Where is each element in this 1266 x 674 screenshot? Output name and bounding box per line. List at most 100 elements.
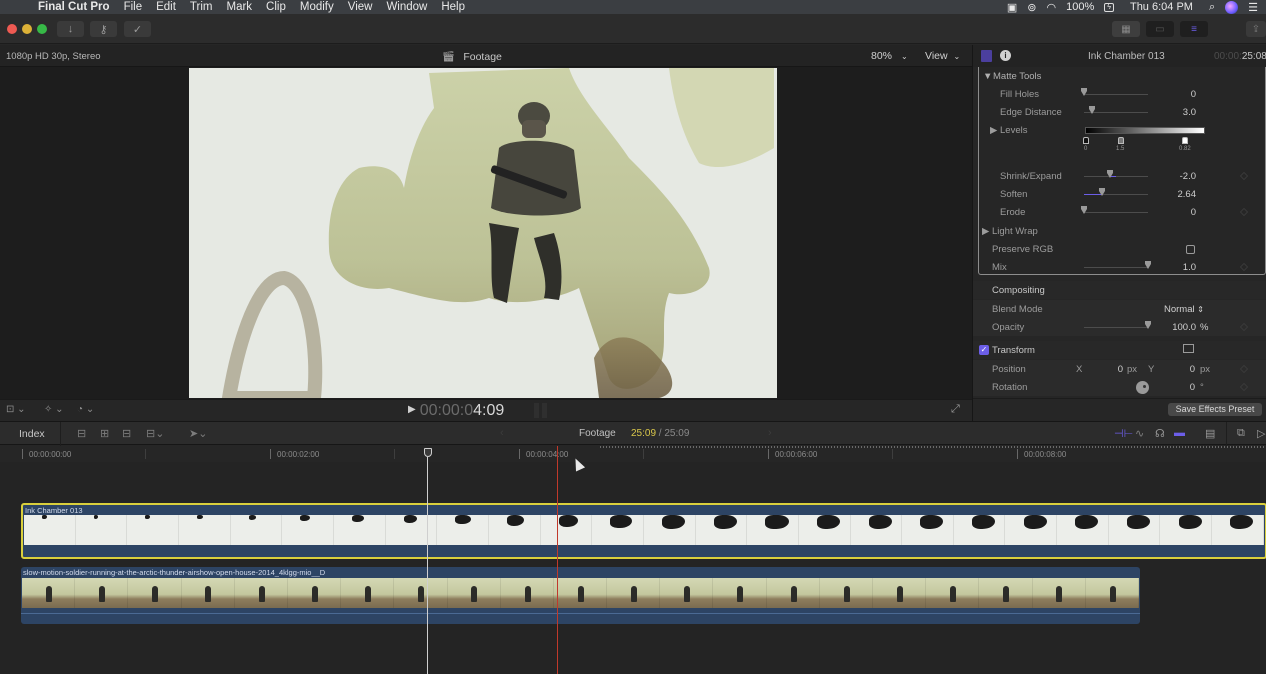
mix-value[interactable]: 1.0	[1146, 262, 1196, 273]
import-button[interactable]: ↓	[57, 21, 84, 37]
view-dropdown[interactable]: View ⌄	[925, 50, 960, 62]
soften-value[interactable]: 2.64	[1146, 189, 1197, 200]
timeline-ruler[interactable]: 00:00:00:00 00:00:02:00 00:00:04:00 00:0…	[0, 446, 1266, 462]
playhead-handle[interactable]	[424, 448, 432, 457]
levels-black-point-handle[interactable]	[1083, 137, 1089, 144]
clip-appearance-icon[interactable]: ▤	[1205, 427, 1215, 440]
transform-tool-menu[interactable]: ⊡ ⌄	[6, 404, 26, 415]
audio-skimming-icon[interactable]: ∿	[1135, 427, 1144, 440]
history-back-icon[interactable]: ‹	[500, 427, 504, 439]
history-forward-icon[interactable]: ›	[768, 427, 772, 439]
position-y-value[interactable]: 0	[1145, 364, 1195, 375]
solo-headphones-icon[interactable]: ☊	[1155, 427, 1165, 440]
slider-knob[interactable]	[1081, 88, 1087, 96]
compositing-header[interactable]: Compositing	[973, 281, 1266, 299]
slider-knob[interactable]	[1081, 206, 1087, 214]
menu-modify[interactable]: Modify	[300, 1, 334, 13]
edge-distance-value[interactable]: 3.0	[1146, 107, 1196, 118]
slider-knob[interactable]	[1088, 106, 1095, 114]
fill-holes-slider[interactable]	[1081, 88, 1148, 96]
timeline-index-button[interactable]: Index	[19, 428, 45, 440]
video-inspector-tab-icon[interactable]	[981, 50, 992, 62]
slider-knob[interactable]	[1106, 170, 1113, 178]
overwrite-icon[interactable]: ⊟⌄	[146, 427, 164, 440]
spotlight-search-icon[interactable]: ⌕	[1209, 1, 1215, 14]
menu-mark[interactable]: Mark	[226, 1, 252, 13]
save-effects-preset-button[interactable]: Save Effects Preset	[1168, 403, 1262, 416]
select-tool-icon[interactable]: ➤⌄	[189, 427, 207, 440]
timeline-clip-soldier-footage[interactable]: slow-motion-soldier-running-at-the-arcti…	[21, 567, 1140, 624]
menu-edit[interactable]: Edit	[156, 1, 176, 13]
fullscreen-icon[interactable]: ⤢	[951, 403, 960, 416]
soften-slider[interactable]	[1084, 188, 1148, 196]
play-icon[interactable]: ▶	[408, 404, 416, 415]
position-x-value[interactable]: 0	[1073, 364, 1123, 375]
keyframe-icon[interactable]	[1239, 207, 1249, 217]
info-inspector-tab-icon[interactable]: i	[1000, 50, 1011, 61]
disclosure-open-icon[interactable]: ▼	[983, 71, 992, 82]
shrink-expand-slider[interactable]	[1084, 170, 1148, 178]
effects-browser-icon[interactable]: ▷	[1257, 427, 1265, 440]
matte-tools-row[interactable]: ▼ Matte Tools	[973, 68, 1266, 86]
retime-menu[interactable]: ◔ ⌄	[77, 404, 94, 415]
viewer-timecode[interactable]: ▶ 00:00:04:09	[408, 402, 504, 420]
enhance-menu[interactable]: ✧ ⌄	[44, 404, 64, 415]
opacity-value[interactable]: 100.0	[1146, 322, 1196, 333]
fill-holes-value[interactable]: 0	[1146, 89, 1196, 100]
keyframe-icon[interactable]	[1239, 382, 1249, 392]
keyframe-icon[interactable]	[1239, 171, 1249, 181]
slider-knob[interactable]	[1098, 188, 1105, 196]
playhead[interactable]	[427, 457, 428, 674]
light-wrap-row[interactable]: ▶ Light Wrap	[973, 223, 1266, 241]
opacity-slider[interactable]	[1084, 321, 1151, 329]
preserve-rgb-checkbox[interactable]	[1186, 245, 1195, 254]
close-window-button[interactable]	[7, 24, 17, 34]
keyframe-icon[interactable]	[1239, 322, 1249, 332]
menu-window[interactable]: Window	[386, 1, 427, 13]
notification-center-icon[interactable]: ☰	[1248, 1, 1258, 14]
menu-trim[interactable]: Trim	[190, 1, 213, 13]
rotation-value[interactable]: 0	[1145, 382, 1195, 393]
onscreen-controls-icon[interactable]	[1183, 344, 1194, 353]
share-button[interactable]: ⇪	[1246, 21, 1266, 37]
video-frame[interactable]	[189, 68, 777, 398]
screen-record-icon[interactable]: ▣	[1007, 1, 1017, 14]
connect-icon[interactable]: ⊟	[77, 427, 86, 440]
timeline-clip-ink-chamber[interactable]: Ink Chamber 013	[21, 503, 1266, 559]
transform-header[interactable]: ✓ Transform	[973, 341, 1266, 359]
insert-icon[interactable]: ⊞	[100, 427, 109, 440]
erode-slider[interactable]	[1081, 206, 1148, 214]
zoom-window-button[interactable]	[37, 24, 47, 34]
creative-cloud-icon[interactable]: ⊚	[1027, 1, 1036, 14]
app-menu[interactable]: Final Cut Pro	[38, 1, 110, 13]
disclosure-closed-icon[interactable]: ▶	[982, 226, 989, 237]
video-only-icon[interactable]: ⊣⊢	[1114, 427, 1133, 440]
inspector-toggle-button[interactable]: ≡	[1180, 21, 1208, 37]
battery-charging-icon[interactable]: ϟ	[1104, 2, 1114, 12]
clock[interactable]: Thu 6:04 PM	[1130, 1, 1193, 13]
keyframe-icon[interactable]	[1239, 364, 1249, 374]
levels-white-point-handle[interactable]	[1182, 137, 1188, 144]
shrink-expand-value[interactable]: -2.0	[1146, 171, 1196, 182]
levels-gamma-handle[interactable]	[1118, 137, 1124, 144]
zoom-level-dropdown[interactable]: 80% ⌄	[871, 50, 908, 62]
menu-clip[interactable]: Clip	[266, 1, 286, 13]
erode-value[interactable]: 0	[1146, 207, 1196, 218]
timeline-index-icon[interactable]: ⧉	[1237, 427, 1245, 440]
keyframe-icon[interactable]	[1239, 262, 1249, 272]
minimize-window-button[interactable]	[22, 24, 32, 34]
blend-mode-popup[interactable]: Normal ⇕	[1164, 304, 1204, 315]
browser-layout-button[interactable]: ▦	[1112, 21, 1140, 37]
menu-view[interactable]: View	[348, 1, 373, 13]
menu-help[interactable]: Help	[441, 1, 465, 13]
snapping-icon[interactable]: ▬	[1174, 427, 1185, 439]
keywords-button[interactable]: ⚷	[90, 21, 117, 37]
menu-file[interactable]: File	[124, 1, 143, 13]
mix-slider[interactable]	[1084, 261, 1151, 269]
append-icon[interactable]: ⊟	[122, 427, 131, 440]
background-tasks-button[interactable]: ✓	[124, 21, 151, 37]
wifi-icon[interactable]: ◠	[1047, 1, 1057, 14]
disclosure-closed-icon[interactable]: ▶	[990, 125, 997, 136]
transform-enable-checkbox[interactable]: ✓	[979, 345, 989, 355]
edge-distance-slider[interactable]	[1084, 106, 1148, 114]
